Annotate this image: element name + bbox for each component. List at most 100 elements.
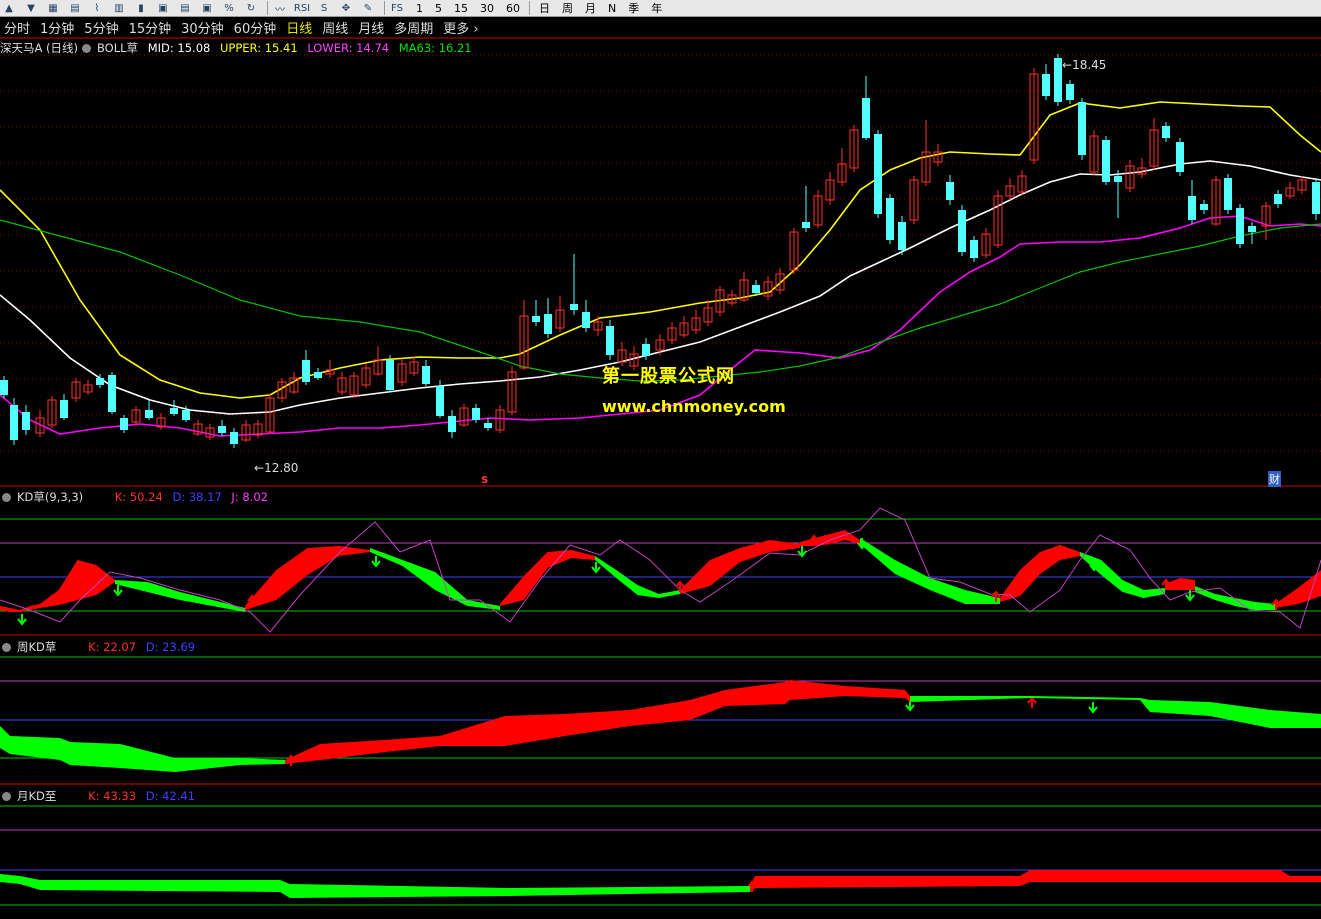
month-kd-ribbon	[20, 876, 40, 890]
sell-arrow-icon	[371, 556, 381, 568]
kd-ribbon	[500, 550, 595, 606]
candle-body-down	[1054, 58, 1062, 102]
high-price-label: ←18.45	[1062, 58, 1106, 72]
candle-body-down	[484, 423, 492, 428]
week-kd-ribbon	[10, 736, 60, 760]
kd-ribbon	[800, 530, 860, 546]
ma63-line	[0, 219, 1321, 382]
candle-body-down	[1274, 194, 1282, 204]
month-kd-ribbon	[1020, 870, 1030, 886]
event-marker-finance[interactable]: 财	[1268, 471, 1281, 487]
buy-arrow-icon	[1027, 696, 1037, 708]
candle-body-down	[862, 98, 870, 138]
week-kd-ribbon	[725, 682, 785, 706]
candle-body-down	[582, 312, 590, 328]
candle-body-down	[1312, 182, 1320, 214]
kd-ribbon	[860, 538, 1000, 604]
week-kd-ribbon	[1140, 698, 1150, 712]
candle-body-down	[22, 412, 30, 430]
week-kd-ribbon	[790, 680, 845, 700]
candle-body-down	[1236, 208, 1244, 244]
week-kd-ribbon	[1150, 700, 1210, 716]
month-kd-ribbon	[280, 880, 290, 898]
candle-body-down	[1066, 84, 1074, 100]
watermark-title: 第一股票公式网	[602, 366, 735, 387]
candle-body-down	[1188, 196, 1196, 220]
week-kd-ribbon	[970, 696, 1030, 700]
candle-body-down	[108, 375, 116, 412]
candle-body-down	[182, 410, 190, 420]
candle-body-down	[436, 386, 444, 416]
week-kd-ribbon	[1210, 702, 1270, 728]
kd-ribbon	[115, 580, 245, 612]
week-kd-ribbon	[905, 690, 910, 702]
candle-body-down	[886, 198, 894, 240]
kd-ribbon	[1080, 552, 1165, 598]
candle-body-down	[1224, 178, 1232, 210]
kd-ribbon	[245, 546, 370, 610]
candle-body-down	[946, 182, 954, 200]
event-marker-s[interactable]: s	[481, 472, 488, 486]
sell-arrow-icon	[113, 585, 123, 597]
high-price-value: 18.45	[1072, 58, 1107, 72]
week-kd-ribbon	[630, 700, 690, 726]
week-kd-ribbon	[240, 758, 285, 765]
candle-body-down	[1200, 204, 1208, 210]
sell-arrow-icon	[1088, 702, 1098, 714]
week-kd-ribbon	[0, 726, 10, 754]
candle-body-down	[10, 405, 18, 440]
candle-body-down	[170, 408, 178, 414]
month-kd-ribbon	[40, 880, 280, 892]
week-kd-ribbon	[845, 686, 905, 698]
candle-body-down	[570, 304, 578, 310]
week-kd-ribbon	[565, 710, 630, 736]
candle-body-down	[1042, 74, 1050, 96]
week-kd-ribbon	[175, 758, 240, 772]
candle-body-down	[802, 222, 810, 228]
kd-j-line	[0, 507, 1321, 633]
month-kd-ribbon	[0, 874, 20, 884]
candle-body-down	[958, 210, 966, 252]
candle-body-down	[532, 316, 540, 322]
month-kd-ribbon	[290, 884, 510, 898]
week-kd-ribbon	[320, 740, 385, 760]
sell-arrow-icon	[591, 562, 601, 574]
week-kd-ribbon	[505, 714, 565, 746]
month-kd-ribbon	[1290, 876, 1321, 882]
candle-body-down	[0, 380, 8, 395]
week-kd-ribbon	[120, 744, 175, 772]
month-kd-ribbon	[1030, 870, 1280, 882]
month-kd-ribbon	[1280, 870, 1290, 882]
kd-ribbon	[1275, 570, 1321, 608]
candle-body-down	[120, 418, 128, 430]
month-kd-ribbon	[755, 876, 1020, 888]
week-kd-ribbon	[690, 690, 725, 720]
candle-body-down	[1162, 126, 1170, 138]
kd-ribbon	[1000, 545, 1080, 602]
week-kd-ribbon	[385, 736, 440, 752]
week-kd-ribbon	[285, 744, 320, 764]
candle-body-down	[1102, 140, 1110, 182]
candle-body-down	[752, 285, 760, 293]
candle-body-down	[230, 432, 238, 444]
high-arrow-icon: ←	[1062, 58, 1073, 72]
candle-body-down	[1248, 226, 1256, 232]
watermark-url: www.chnmoney.com	[602, 397, 786, 416]
candle-body-down	[606, 326, 614, 355]
low-arrow-icon: ←	[254, 461, 265, 475]
low-price-value: 12.80	[264, 461, 299, 475]
candle-body-down	[898, 222, 906, 250]
candle-body-down	[302, 360, 310, 382]
candle-body-down	[1078, 102, 1086, 155]
candle-body-down	[96, 378, 104, 385]
candle-body-down	[60, 400, 68, 418]
stock-chart-canvas[interactable]	[0, 0, 1321, 919]
candle-body-down	[874, 134, 882, 214]
candle-body-down	[642, 344, 650, 356]
sell-arrow-icon	[17, 614, 27, 626]
week-kd-ribbon	[1030, 696, 1140, 700]
candle-body-down	[1114, 176, 1122, 182]
candle-body-down	[386, 360, 394, 390]
low-price-label: ←12.80	[254, 461, 298, 475]
candle-body-down	[422, 366, 430, 384]
